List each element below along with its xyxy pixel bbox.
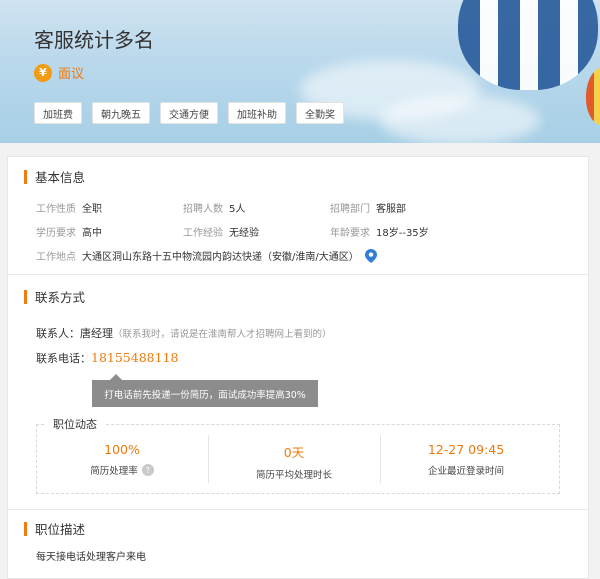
job-detail-card: 基本信息 工作性质 全职 招聘人数 5人 招聘部门 客服部 学历要求 高中 工作… xyxy=(7,156,589,579)
stat-last-login: 12-27 09:45 企业最近登录时间 xyxy=(380,442,552,477)
contact-person-name: 唐经理 xyxy=(80,327,113,340)
field-label: 学历要求 xyxy=(36,228,76,239)
field-value: 客服部 xyxy=(376,204,406,215)
section-divider xyxy=(8,509,588,510)
section-accent-bar xyxy=(24,289,27,304)
section-title: 基本信息 xyxy=(35,170,86,185)
help-icon[interactable]: ? xyxy=(141,464,154,476)
map-pin-icon[interactable] xyxy=(364,248,377,263)
contact-person: 联系人：唐经理（联系我时，请说是在淮南帮人才招聘网上看到的） xyxy=(36,325,332,341)
benefit-tag: 交通方便 xyxy=(160,102,218,124)
job-title: 客服统计多名 xyxy=(34,28,154,52)
benefit-tag: 全勤奖 xyxy=(296,102,344,124)
location-value: 大通区洞山东路十五中物流园内韵达快递（安徽/淮南/大通区） xyxy=(82,252,359,263)
contact-hint: （联系我时，请说是在淮南帮人才招聘网上看到的） xyxy=(113,329,332,340)
yen-icon: ¥ xyxy=(34,63,52,82)
benefit-tags: 加班费 朝九晚五 交通方便 加班补助 全勤奖 xyxy=(34,102,344,124)
stat-label-row: 简历处理率 ? xyxy=(36,463,208,477)
balloon-illustration xyxy=(586,66,600,126)
stat-label-row: 简历平均处理时长 xyxy=(208,467,380,481)
section-accent-bar xyxy=(24,521,27,536)
phone-label: 联系电话： xyxy=(36,352,91,365)
field-value: 无经验 xyxy=(229,228,259,239)
salary-text: 面议 xyxy=(58,67,85,82)
job-description-text: 每天接电话处理客户来电 xyxy=(36,552,146,563)
field-label: 工作经验 xyxy=(183,228,223,239)
stat-label: 企业最近登录时间 xyxy=(427,466,504,477)
section-title: 联系方式 xyxy=(35,290,86,305)
job-header-banner: 客服统计多名 ¥ 面议 加班费 朝九晚五 交通方便 加班补助 全勤奖 xyxy=(0,0,600,143)
info-row: 学历要求 高中 工作经验 无经验 年龄要求 18岁--35岁 xyxy=(36,224,429,239)
info-field: 学历要求 高中 xyxy=(36,224,183,239)
contact-header: 联系方式 xyxy=(24,287,85,306)
stat-value: 12-27 09:45 xyxy=(427,442,505,457)
benefit-tag: 加班补助 xyxy=(228,102,286,124)
stat-label-row: 企业最近登录时间 xyxy=(380,463,552,477)
location-label: 工作地点 xyxy=(36,252,76,263)
stat-label: 简历处理率 xyxy=(90,466,138,477)
field-label: 招聘部门 xyxy=(330,204,370,215)
section-accent-bar xyxy=(24,169,27,184)
info-field: 工作性质 全职 xyxy=(36,200,183,215)
balloon-illustration xyxy=(458,0,598,90)
benefit-tag: 朝九晚五 xyxy=(92,102,150,124)
field-value: 高中 xyxy=(82,228,102,239)
stat-value: 100% xyxy=(104,442,140,457)
field-value: 18岁--35岁 xyxy=(376,228,429,239)
contact-person-label: 联系人： xyxy=(36,327,80,340)
info-field: 工作经验 无经验 xyxy=(183,224,330,239)
phone-number[interactable]: 18155488118 xyxy=(91,350,178,365)
field-value: 全职 xyxy=(82,204,102,215)
description-header: 职位描述 xyxy=(24,519,85,538)
stat-label: 简历平均处理时长 xyxy=(255,470,332,481)
stat-resume-rate: 100% 简历处理率 ? xyxy=(36,442,208,477)
section-divider xyxy=(8,274,588,275)
info-row: 工作性质 全职 招聘人数 5人 招聘部门 客服部 xyxy=(36,200,406,215)
stat-avg-time: 0天 简历平均处理时长 xyxy=(208,442,380,481)
info-field: 年龄要求 18岁--35岁 xyxy=(330,224,429,239)
salary: ¥ 面议 xyxy=(34,63,84,82)
field-label: 年龄要求 xyxy=(330,228,370,239)
basic-info-header: 基本信息 xyxy=(24,167,85,186)
section-title: 职位描述 xyxy=(35,522,86,537)
job-dynamics-title: 职位动态 xyxy=(44,416,106,432)
field-value: 5人 xyxy=(229,204,246,215)
location-row: 工作地点 大通区洞山东路十五中物流园内韵达快递（安徽/淮南/大通区） xyxy=(36,248,377,263)
benefit-tag: 加班费 xyxy=(34,102,82,124)
contact-phone: 联系电话：18155488118 xyxy=(36,350,178,366)
field-label: 招聘人数 xyxy=(183,204,223,215)
field-label: 工作性质 xyxy=(36,204,76,215)
cloud-decoration xyxy=(380,95,540,143)
apply-tooltip: 打电话前先投递一份简历，面试成功率提高30% xyxy=(92,380,318,407)
info-field: 招聘人数 5人 xyxy=(183,200,330,215)
info-field: 招聘部门 客服部 xyxy=(330,200,406,215)
stat-value: 0天 xyxy=(283,445,305,460)
